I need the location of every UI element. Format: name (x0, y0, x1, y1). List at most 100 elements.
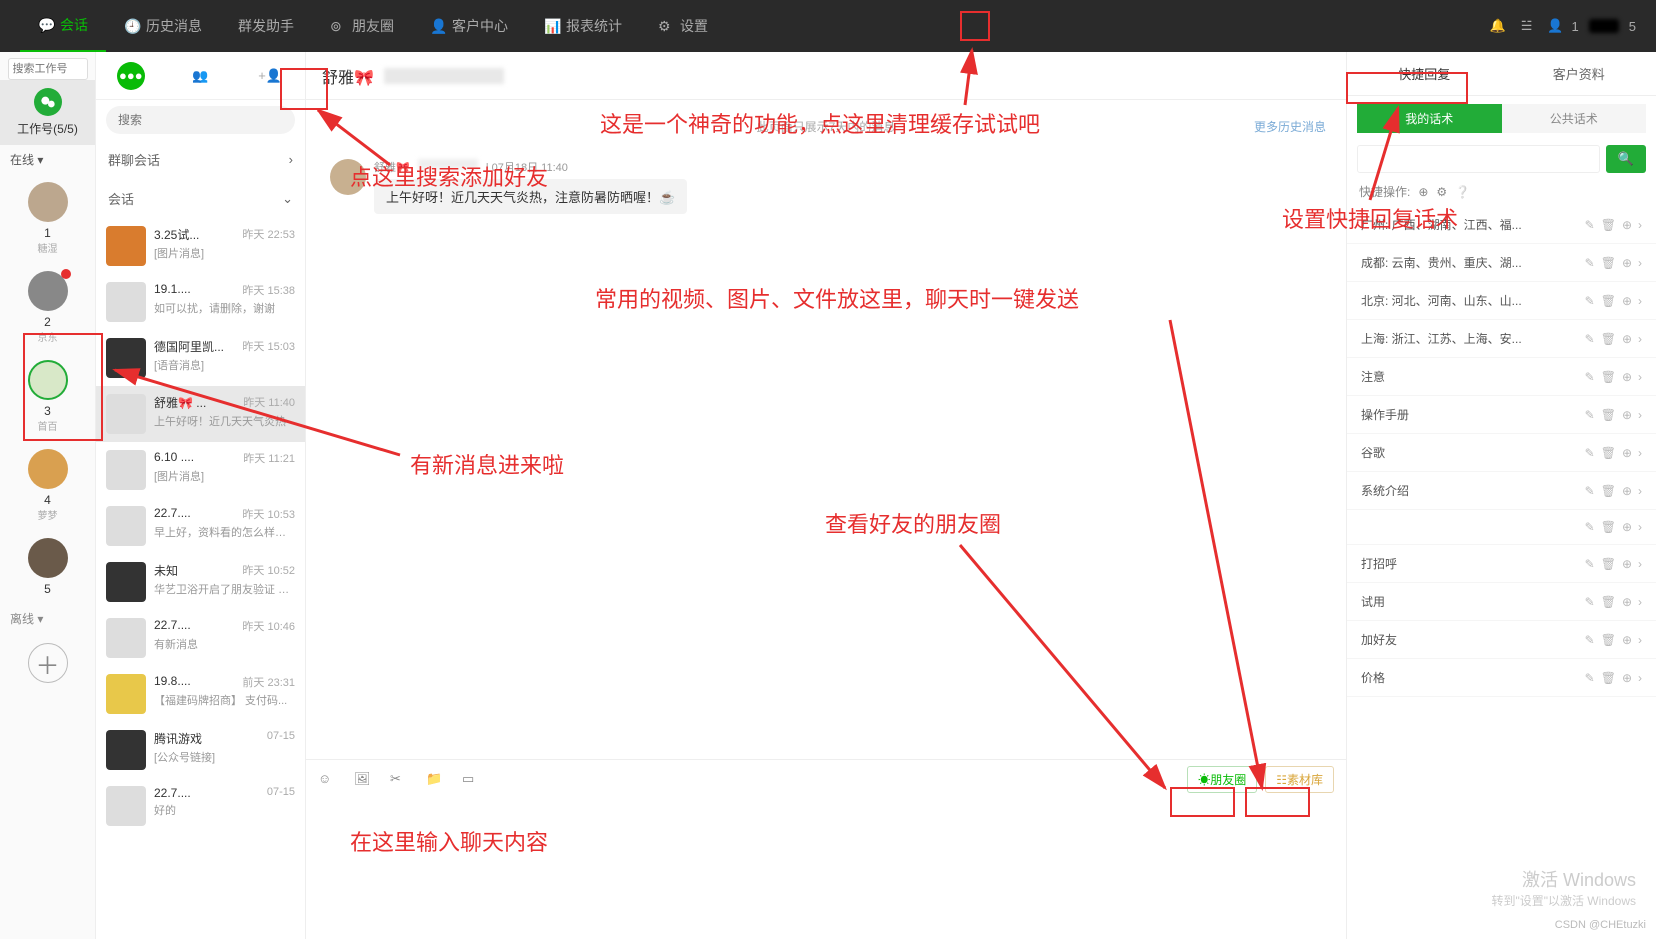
delete-icon[interactable]: 🗑 (1601, 484, 1616, 498)
conversation-item[interactable]: 德国阿里凯...昨天 15:03[语音消息] (96, 330, 305, 386)
delete-icon[interactable]: 🗑 (1601, 332, 1616, 346)
quick-reply-item[interactable]: 试用✎🗑⊕› (1347, 583, 1656, 621)
edit-icon[interactable]: ✎ (1585, 671, 1595, 685)
quick-reply-item[interactable]: 广州: 广西、湖南、江西、福...✎🗑⊕› (1347, 206, 1656, 244)
edit-icon[interactable]: ✎ (1585, 484, 1595, 498)
group-chat-header[interactable]: 群聊会话› (96, 140, 305, 179)
settings-icon[interactable]: ⚙ (1436, 185, 1447, 199)
quick-reply-item[interactable]: 加好友✎🗑⊕› (1347, 621, 1656, 659)
folder-icon[interactable]: 📁 (426, 771, 444, 789)
conversation-item[interactable]: 6.10 ....昨天 11:21[图片消息] (96, 442, 305, 498)
search-worknum[interactable] (8, 58, 88, 80)
add-icon[interactable]: ⊕ (1622, 520, 1632, 534)
quick-reply-item[interactable]: 打招呼✎🗑⊕› (1347, 545, 1656, 583)
nav-chat[interactable]: 💬会话 (20, 0, 106, 52)
edit-icon[interactable]: ✎ (1585, 520, 1595, 534)
delete-icon[interactable]: 🗑 (1601, 520, 1616, 534)
conversation-item[interactable]: 22.7....07-15好的 (96, 778, 305, 834)
nav-stats[interactable]: 📊报表统计 (526, 0, 640, 52)
add-icon[interactable]: ⊕ (1622, 256, 1632, 270)
conversation-item[interactable]: 19.1....昨天 15:38如可以扰，请删除，谢谢 (96, 274, 305, 330)
search-scripts-button[interactable]: 🔍 (1606, 145, 1646, 173)
conversation-item[interactable]: 22.7....昨天 10:46有新消息 (96, 610, 305, 666)
conv-header[interactable]: 会话⌄ (96, 179, 305, 218)
add-icon[interactable]: ⊕ (1622, 218, 1632, 232)
tab-contacts-icon[interactable]: 👥 (186, 62, 214, 90)
delete-icon[interactable]: 🗑 (1601, 595, 1616, 609)
offline-label[interactable]: 离线 ▾ (0, 604, 95, 633)
quick-reply-item[interactable]: 操作手册✎🗑⊕› (1347, 396, 1656, 434)
edit-icon[interactable]: ✎ (1585, 633, 1595, 647)
delete-icon[interactable]: 🗑 (1601, 370, 1616, 384)
add-icon[interactable]: ⊕ (1622, 332, 1632, 346)
delete-icon[interactable]: 🗑 (1601, 294, 1616, 308)
add-icon[interactable]: ⊕ (1622, 408, 1632, 422)
online-label[interactable]: 在线 ▾ (0, 145, 95, 174)
card-icon[interactable]: ▭ (462, 771, 480, 789)
conversation-item[interactable]: 22.7....昨天 10:53早上好，资料看的怎么样了... (96, 498, 305, 554)
quick-reply-item[interactable]: ✎🗑⊕› (1347, 510, 1656, 545)
delete-icon[interactable]: 🗑 (1601, 671, 1616, 685)
delete-icon[interactable]: 🗑 (1601, 446, 1616, 460)
add-icon[interactable]: ⊕ (1622, 595, 1632, 609)
search-scripts-input[interactable] (1357, 145, 1600, 173)
help-icon[interactable]: ❔ (1455, 185, 1470, 199)
delete-icon[interactable]: 🗑 (1601, 633, 1616, 647)
delete-icon[interactable]: 🗑 (1601, 256, 1616, 270)
tab-customer-info[interactable]: 客户资料 (1502, 52, 1656, 95)
add-icon[interactable]: ⊕ (1622, 446, 1632, 460)
edit-icon[interactable]: ✎ (1585, 218, 1595, 232)
conversation-item[interactable]: 19.8....前天 23:31【福建码牌招商】 支付码... (96, 666, 305, 722)
quick-reply-item[interactable]: 谷歌✎🗑⊕› (1347, 434, 1656, 472)
edit-icon[interactable]: ✎ (1585, 595, 1595, 609)
edit-icon[interactable]: ✎ (1585, 332, 1595, 346)
tab-chats-icon[interactable]: ●●● (117, 62, 145, 90)
cache-icon[interactable]: ☱ (1516, 15, 1538, 37)
subtab-my-scripts[interactable]: 我的话术 (1357, 104, 1502, 133)
msg-avatar[interactable] (330, 159, 366, 195)
edit-icon[interactable]: ✎ (1585, 446, 1595, 460)
conversation-item[interactable]: 3.25试...昨天 22:53[图片消息] (96, 218, 305, 274)
search-conversations[interactable] (106, 106, 295, 134)
add-icon[interactable]: ⊕ (1622, 671, 1632, 685)
delete-icon[interactable]: 🗑 (1601, 218, 1616, 232)
conversation-item[interactable]: 舒雅🎀 ...昨天 11:40上午好呀！近几天天气炎热 (96, 386, 305, 442)
edit-icon[interactable]: ✎ (1585, 370, 1595, 384)
chat-input-area[interactable] (306, 799, 1346, 939)
quick-reply-item[interactable]: 价格✎🗑⊕› (1347, 659, 1656, 697)
nav-history[interactable]: 🕘历史消息 (106, 0, 220, 52)
subtab-public-scripts[interactable]: 公共话术 (1502, 104, 1647, 133)
edit-icon[interactable]: ✎ (1585, 294, 1595, 308)
nav-broadcast[interactable]: 群发助手 (220, 0, 312, 52)
edit-icon[interactable]: ✎ (1585, 256, 1595, 270)
screenshot-icon[interactable]: ✂ (390, 771, 408, 789)
nav-moments[interactable]: ⊚朋友圈 (312, 0, 412, 52)
add-account[interactable]: ＋ (28, 643, 68, 683)
quick-reply-item[interactable]: 北京: 河北、河南、山东、山...✎🗑⊕› (1347, 282, 1656, 320)
quick-reply-item[interactable]: 系统介绍✎🗑⊕› (1347, 472, 1656, 510)
emoji-icon[interactable]: ☺ (318, 771, 336, 789)
account-5[interactable]: 5 (0, 530, 95, 604)
conversation-item[interactable]: 未知昨天 10:52华艺卫浴开启了朋友验证 你... (96, 554, 305, 610)
add-icon[interactable]: ⊕ (1622, 633, 1632, 647)
conversation-item[interactable]: 腾讯游戏07-15[公众号链接] (96, 722, 305, 778)
image-icon[interactable]: 🖼 (354, 771, 372, 789)
quick-reply-item[interactable]: 上海: 浙江、江苏、上海、安...✎🗑⊕› (1347, 320, 1656, 358)
add-icon[interactable]: ⊕ (1622, 484, 1632, 498)
account-1[interactable]: 1糖湿 (0, 174, 95, 263)
user-badge-1[interactable]: 👤1 (1547, 18, 1578, 34)
add-icon[interactable]: ⊕ (1622, 370, 1632, 384)
nav-settings[interactable]: ⚙设置 (640, 0, 726, 52)
edit-icon[interactable]: ✎ (1585, 408, 1595, 422)
delete-icon[interactable]: 🗑 (1601, 557, 1616, 571)
add-icon[interactable]: ⊕ (1622, 557, 1632, 571)
quick-reply-item[interactable]: 成都: 云南、贵州、重庆、湖...✎🗑⊕› (1347, 244, 1656, 282)
bell-icon[interactable]: 🔔 (1490, 18, 1506, 34)
edit-icon[interactable]: ✎ (1585, 557, 1595, 571)
quick-reply-item[interactable]: 注意✎🗑⊕› (1347, 358, 1656, 396)
nav-customer[interactable]: 👤客户中心 (412, 0, 526, 52)
account-4[interactable]: 4萝梦 (0, 441, 95, 530)
more-history-link[interactable]: 更多历史消息 (1254, 118, 1326, 135)
add-icon[interactable]: ⊕ (1622, 294, 1632, 308)
delete-icon[interactable]: 🗑 (1601, 408, 1616, 422)
